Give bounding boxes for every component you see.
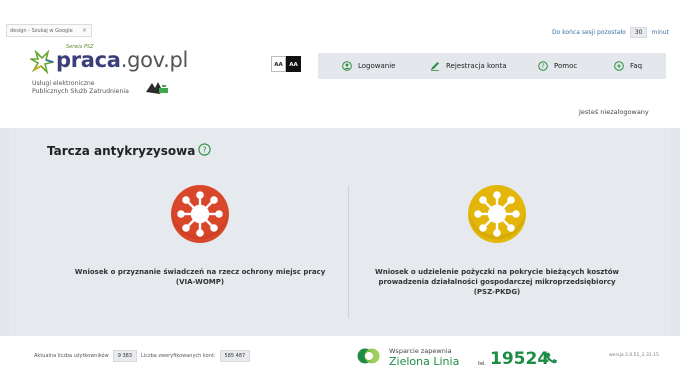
support-name: Zielona Linia [389, 355, 460, 368]
help-icon: ? [538, 61, 548, 71]
header: design - Szukaj w Google × Serwis PSZ pr… [0, 0, 680, 128]
accounts-label: Liczba zweryfikowanych kont: [141, 353, 216, 359]
phone-icon [545, 352, 557, 364]
user-stats: Aktualna liczba użytkowników 9 383 Liczb… [34, 350, 254, 362]
tel-label: tel. [478, 361, 487, 367]
subtitle-line-2: Publicznych Służb Zatrudnienia [32, 88, 129, 95]
logo-star-icon [30, 50, 54, 74]
session-minutes: 30 [629, 27, 648, 38]
tile-divider [348, 186, 349, 318]
font-contrast-switch: AA AA [271, 56, 301, 72]
footer: Aktualna liczba użytkowników 9 383 Liczb… [0, 336, 680, 376]
support-label: Wsparcie zapewnia [389, 347, 452, 355]
session-timer: Do końca sesji pozostało 30 minut [552, 27, 669, 38]
high-contrast-button[interactable]: AA [286, 56, 301, 72]
nav-login-label: Logowanie [358, 62, 396, 70]
app-version: wersja 2.0.51_1.31.15 [609, 353, 659, 358]
session-suffix: minut [651, 29, 669, 36]
nav-help-label: Pomoc [554, 62, 578, 70]
nav-faq[interactable]: Faq [614, 53, 642, 79]
normal-contrast-button[interactable]: AA [271, 56, 286, 72]
tile-2-line-1: Wniosek o udzielenie pożyczki na pokryci… [374, 268, 619, 276]
logo-domain: .gov.pl [120, 48, 189, 72]
zielona-linia-logo-icon [357, 348, 380, 364]
users-value: 9 383 [112, 350, 138, 362]
search-tab-label: design - Szukaj w Google [10, 28, 73, 34]
nav-login[interactable]: Logowanie [342, 53, 396, 79]
svg-text:?: ? [541, 63, 544, 70]
browser-search-tab[interactable]: design - Szukaj w Google × [6, 24, 92, 37]
nav-register[interactable]: Rejestracja konta [430, 53, 507, 79]
login-icon [342, 61, 352, 71]
tile-psz-pkdg-label: Wniosek o udzielenie pożyczki na pokryci… [347, 267, 647, 297]
page-title: Tarcza antykryzysowa [47, 144, 196, 158]
main-section: Tarcza antykryzysowa ? Wniosek o przyzna… [0, 128, 680, 336]
top-nav: Logowanie Rejestracja konta ? Pomoc Faq [318, 53, 666, 79]
login-status: Jesteś niezalogowany [579, 108, 649, 116]
nav-register-label: Rejestracja konta [446, 62, 507, 70]
session-prefix: Do końca sesji pozostało [552, 29, 626, 36]
psz-logo-icon [146, 82, 168, 94]
tile-2-line-3: (PSZ-PKDG) [473, 288, 521, 296]
accounts-value: 585 487 [219, 350, 251, 362]
users-label: Aktualna liczba użytkowników [34, 353, 109, 359]
service-subtitle: Usługi elektroniczne Publicznych Służb Z… [32, 80, 142, 96]
praca-gov-logo[interactable]: Serwis PSZ praca.gov.pl [30, 44, 188, 74]
logo-brand: praca [56, 48, 121, 72]
logo-text: praca.gov.pl [56, 48, 188, 72]
tile-2-line-2: prowadzenia działalności gospodarczej mi… [378, 278, 616, 286]
nav-faq-label: Faq [630, 62, 643, 70]
faq-icon [614, 61, 624, 71]
pencil-icon [431, 62, 439, 71]
virus-icon [468, 185, 526, 243]
tile-1-line-2: (VIA-WOMP) [175, 278, 225, 286]
title-help-icon[interactable]: ? [198, 143, 211, 156]
hotline-number[interactable]: 19524 [490, 349, 549, 369]
virus-icon [171, 185, 229, 243]
tile-via-womp-label: Wniosek o przyznanie świadczeń na rzecz … [50, 267, 350, 287]
tile-1-line-1: Wniosek o przyznanie świadczeń na rzecz … [74, 268, 326, 276]
main-card [9, 128, 671, 336]
subtitle-line-1: Usługi elektroniczne [32, 80, 95, 87]
svg-text:?: ? [203, 145, 207, 154]
close-icon[interactable]: × [82, 27, 87, 34]
nav-help[interactable]: ? Pomoc [538, 53, 577, 79]
